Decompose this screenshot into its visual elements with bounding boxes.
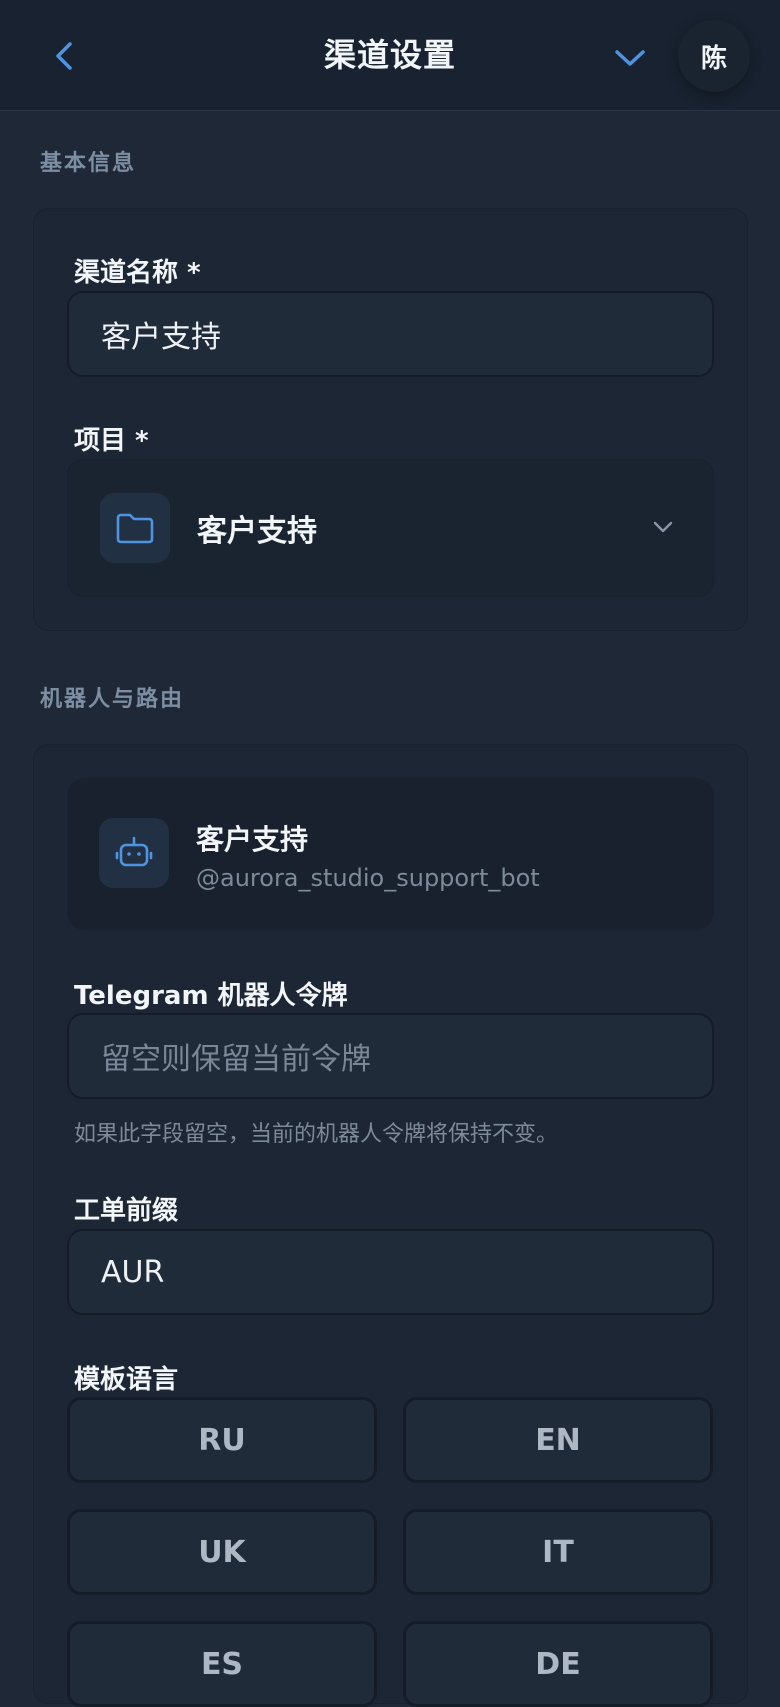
page-title: 渠道设置 [323, 36, 456, 74]
section-label-basic-info: 基本信息 [40, 151, 137, 176]
chevron-down-icon [653, 521, 673, 533]
ticket-prefix-label: 工单前缀 [74, 1196, 179, 1226]
template-language-label: 模板语言 [74, 1365, 179, 1395]
lang-option-it[interactable]: IT [403, 1509, 713, 1595]
top-bar: 渠道设置 陈 [0, 0, 780, 111]
channel-name-input[interactable]: 客户支持 [67, 291, 714, 377]
project-label: 项目 * [74, 426, 149, 456]
channel-name-label: 渠道名称 * [74, 258, 201, 288]
ticket-prefix-input[interactable]: AUR [67, 1229, 714, 1315]
token-input[interactable]: 留空则保留当前令牌 [67, 1013, 714, 1099]
lang-option-es[interactable]: ES [67, 1621, 377, 1707]
expand-button[interactable] [608, 36, 652, 80]
project-select[interactable]: 客户支持 [67, 459, 714, 597]
robot-icon [115, 836, 153, 867]
avatar[interactable]: 陈 [678, 20, 750, 92]
bot-handle: @aurora_studio_support_bot [196, 864, 540, 892]
chevron-down-icon [615, 50, 645, 66]
bot-icon-tile [99, 818, 169, 888]
token-helper-text: 如果此字段留空，当前的机器人令牌将保持不变。 [74, 1122, 559, 1147]
project-icon-tile [100, 493, 170, 563]
bot-name: 客户支持 [196, 823, 309, 856]
lang-option-ru[interactable]: RU [67, 1397, 377, 1483]
folder-icon [116, 513, 154, 544]
section-label-bot-routing: 机器人与路由 [40, 687, 185, 712]
lang-option-uk[interactable]: UK [67, 1509, 377, 1595]
lang-option-en[interactable]: EN [403, 1397, 713, 1483]
project-select-value: 客户支持 [197, 514, 317, 549]
select-chevron [648, 512, 678, 542]
bot-info-card: 客户支持 @aurora_studio_support_bot [67, 778, 714, 930]
lang-option-de[interactable]: DE [403, 1621, 713, 1707]
token-label: Telegram 机器人令牌 [74, 981, 348, 1011]
